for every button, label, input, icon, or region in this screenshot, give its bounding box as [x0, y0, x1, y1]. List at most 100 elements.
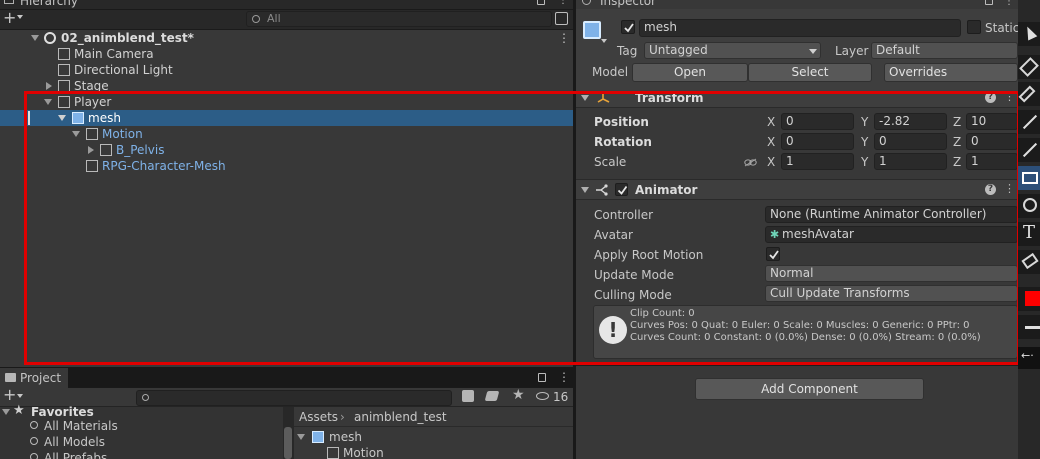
color-swatch[interactable] [1018, 287, 1040, 311]
hierarchy-item-label: Main Camera [74, 47, 154, 61]
project-add-button[interactable]: + [3, 385, 27, 404]
marker-icon [1018, 85, 1036, 103]
component-separator [576, 365, 1018, 366]
favorite-item[interactable]: All Materials [0, 418, 283, 434]
inspector-lock-icon[interactable] [985, 0, 993, 5]
search-icon [30, 437, 38, 445]
select-button[interactable]: Select [748, 63, 872, 82]
favorite-star-icon[interactable]: ★ [512, 387, 525, 403]
unity-scene-icon [44, 32, 56, 44]
dropdown-arrow-icon [17, 15, 23, 19]
project-menu-icon[interactable]: ⋮ [558, 370, 570, 384]
inspector-tab-label: Inspector [600, 0, 656, 8]
tag-label: Tag [617, 44, 638, 58]
add-component-button[interactable]: Add Component [695, 378, 924, 400]
folder-icon [5, 373, 16, 382]
search-by-type-icon[interactable] [462, 390, 474, 402]
breadcrumb-root[interactable]: Assets [299, 409, 338, 425]
favorite-item-label: All Materials [44, 419, 118, 433]
asset-item-label: mesh [329, 430, 362, 444]
scene-menu-icon[interactable]: ⋮ [558, 30, 570, 46]
rectangle-icon [1022, 172, 1038, 184]
expand-arrow-icon [297, 434, 305, 440]
eye-slash-icon [536, 392, 549, 400]
plus-icon: + [3, 8, 17, 27]
tool-eraser[interactable] [1018, 250, 1040, 274]
tool-select[interactable] [1018, 22, 1040, 46]
inspector-menu-icon[interactable]: ⋮ [1004, 0, 1014, 7]
favorite-item-label: All Prefabs [44, 451, 108, 459]
hierarchy-menu-icon[interactable]: ⋮ [558, 0, 568, 6]
collapse-arrows-icon: ←· [1021, 349, 1034, 362]
search-icon [252, 15, 260, 23]
model-label: Model [592, 65, 629, 79]
tool-counter[interactable] [1018, 194, 1040, 218]
inspector-tab[interactable]: Inspector [580, 0, 660, 8]
scene-row[interactable]: 02_animblend_test* ⋮ [0, 30, 573, 46]
asset-item-motion[interactable]: Motion [294, 445, 573, 459]
breadcrumb-folder[interactable]: animblend_test [354, 409, 447, 425]
line-width[interactable] [1018, 315, 1040, 339]
project-assets-pane: Assets › animblend_test mesh Motion [294, 407, 573, 459]
check-icon [624, 23, 634, 33]
red-color-swatch [1025, 291, 1040, 306]
object-icon[interactable] [582, 19, 608, 45]
highlight-box [24, 91, 1020, 365]
favorite-item[interactable]: All Prefabs [0, 450, 283, 459]
dropdown-arrow-icon [809, 49, 817, 54]
overrides-dropdown[interactable]: Overrides [884, 63, 1018, 82]
tool-marker[interactable] [1018, 82, 1040, 106]
static-checkbox[interactable] [967, 20, 981, 34]
hierarchy-tab-label: Hierarchy [20, 0, 79, 8]
hierarchy-search-placeholder: All [267, 12, 281, 25]
hierarchy-tab[interactable]: Hierarchy [4, 0, 84, 8]
tool-line[interactable] [1018, 110, 1040, 134]
tag-dropdown[interactable]: Untagged [644, 42, 821, 59]
project-favorites-pane: ★ Favorites All Materials All Models All… [0, 403, 283, 459]
cursor-arrow-icon [1022, 24, 1038, 41]
hierarchy-lock-icon[interactable] [537, 0, 545, 5]
open-button[interactable]: Open [632, 63, 748, 82]
static-label: Static [985, 21, 1020, 35]
plus-icon: + [3, 385, 17, 404]
tag-value: Untagged [649, 43, 708, 57]
project-search-input[interactable] [136, 390, 452, 406]
tool-pencil[interactable] [1018, 55, 1040, 79]
hierarchy-add-button[interactable]: + [3, 8, 27, 27]
tool-rectangle[interactable] [1018, 166, 1040, 190]
tool-text[interactable]: T [1018, 222, 1040, 246]
tool-arrow[interactable] [1018, 138, 1040, 162]
prefab-model-icon [312, 431, 324, 443]
hierarchy-search-input[interactable]: All [246, 11, 552, 27]
hidden-packages-toggle[interactable]: 16 [536, 389, 572, 405]
project-tabbar [0, 367, 573, 388]
toolbar-collapse[interactable]: ←· [1018, 347, 1040, 369]
prefab-cube-icon [583, 21, 601, 39]
project-pane-scrollbar[interactable] [284, 427, 292, 459]
dropdown-arrow-icon [601, 39, 607, 43]
asset-item-label: Motion [343, 446, 384, 459]
hierarchy-search-options-icon[interactable] [555, 12, 568, 25]
gameobject-icon [58, 48, 70, 60]
layer-dropdown[interactable]: Default [871, 42, 1018, 59]
project-lock-icon[interactable] [538, 373, 546, 382]
hidden-count: 16 [553, 390, 569, 404]
project-tab-label: Project [20, 371, 62, 385]
star-icon: ★ [13, 403, 25, 418]
hierarchy-tabbar [0, 0, 573, 10]
gameobject-icon [327, 447, 339, 459]
hierarchy-item-main-camera[interactable]: Main Camera [0, 46, 573, 62]
hierarchy-tab-icon [4, 0, 14, 4]
favorite-item[interactable]: All Models [0, 434, 283, 450]
asset-item-mesh[interactable]: mesh [294, 429, 573, 445]
object-name-input[interactable]: mesh [639, 19, 961, 37]
search-icon [142, 394, 149, 401]
eraser-icon [1021, 252, 1039, 270]
active-checkbox[interactable] [621, 20, 635, 34]
expand-arrow-icon [2, 409, 10, 415]
breadcrumb: Assets › animblend_test [294, 407, 573, 427]
expand-arrow-icon [31, 35, 39, 41]
hierarchy-item-directional-light[interactable]: Directional Light [0, 62, 573, 78]
scene-name: 02_animblend_test* [61, 31, 194, 45]
gameobject-icon [58, 64, 70, 76]
